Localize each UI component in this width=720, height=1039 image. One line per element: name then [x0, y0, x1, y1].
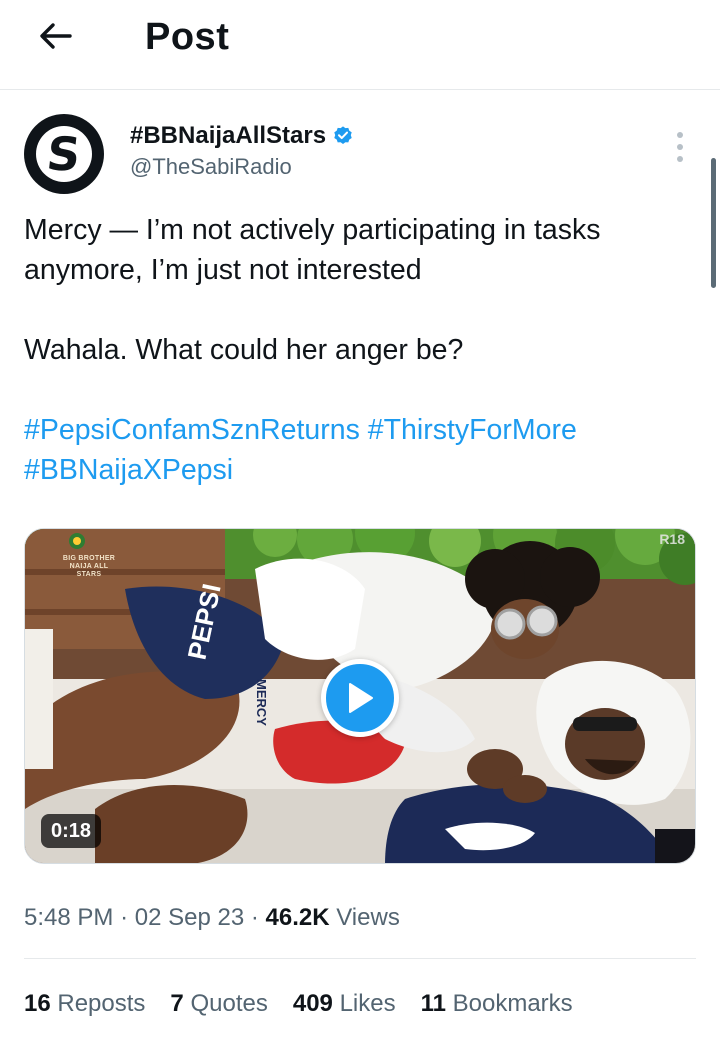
play-button[interactable]	[321, 659, 399, 737]
quotes-label: Quotes	[190, 990, 268, 1017]
scrollbar-thumb[interactable]	[711, 158, 716, 288]
tweet-timestamp-row: 5:48 PM · 02 Sep 23 · 46.2K Views	[24, 900, 400, 936]
views-label: Views	[336, 904, 400, 931]
reposts-label: Reposts	[57, 990, 146, 1017]
hashtag-line: #PepsiConfamSznReturns #ThirstyForMore	[24, 410, 704, 450]
bookmarks-count: 11	[420, 990, 446, 1017]
avatar[interactable]: S	[24, 114, 104, 194]
rating-badge: R18	[659, 531, 685, 547]
quotes-link[interactable]: 7 Quotes	[170, 986, 267, 1022]
more-vertical-icon-dot	[677, 132, 683, 138]
play-icon	[349, 683, 373, 713]
more-vertical-icon-dot	[677, 144, 683, 150]
svg-text:MERCY: MERCY	[254, 679, 269, 726]
author-names: #BBNaijaAllStars @TheSabiRadio	[130, 120, 354, 182]
bookmarks-link[interactable]: 11 Bookmarks	[421, 986, 573, 1022]
author-handle[interactable]: @TheSabiRadio	[130, 152, 354, 182]
more-options-button[interactable]	[668, 132, 692, 162]
arrow-left-icon	[40, 23, 72, 49]
video-player[interactable]: BIG BROTHER NAIJA ALL STARS R18 PEPSI ME…	[24, 528, 696, 864]
quotes-count: 7	[170, 990, 184, 1017]
avatar-ring: S	[36, 126, 92, 182]
tweet-line: Wahala. What could her anger be?	[24, 334, 464, 366]
back-button[interactable]	[30, 14, 82, 58]
page-title: Post	[145, 16, 230, 58]
reposts-count: 16	[24, 990, 51, 1017]
tweet-body: Mercy — I’m not actively participating i…	[24, 210, 704, 490]
channel-bug: BIG BROTHER NAIJA ALL STARS	[62, 555, 116, 578]
likes-link[interactable]: 409 Likes	[293, 986, 396, 1022]
reposts-link[interactable]: 16 Reposts	[24, 986, 145, 1022]
hashtag-link[interactable]: #PepsiConfamSznReturns	[24, 414, 360, 446]
divider	[24, 958, 696, 959]
name-tag: MERCY	[254, 679, 269, 726]
hashtag-link[interactable]: #ThirstyForMore	[368, 414, 577, 446]
views-count: 46.2K	[265, 904, 330, 931]
tweet-time[interactable]: 5:48 PM	[24, 904, 113, 931]
hashtag-link[interactable]: #BBNaijaXPepsi	[24, 454, 233, 486]
likes-count: 409	[292, 990, 333, 1017]
bookmarks-label: Bookmarks	[452, 990, 573, 1017]
video-duration: 0:18	[41, 814, 102, 848]
tweet-line: Mercy — I’m not actively participating i…	[24, 214, 601, 286]
display-name[interactable]: #BBNaijaAllStars	[130, 120, 326, 152]
avatar-letter: S	[44, 127, 84, 181]
svg-text:PEPSI: PEPSI	[182, 581, 227, 662]
shorts-text: PEPSI	[182, 581, 227, 662]
verified-badge-icon	[334, 126, 352, 144]
top-bar: Post	[0, 0, 720, 90]
hashtag-line: #BBNaijaXPepsi	[24, 450, 704, 490]
separator: ·	[120, 904, 129, 931]
separator: ·	[250, 904, 259, 931]
likes-label: Likes	[339, 990, 396, 1017]
tweet-date[interactable]: 02 Sep 23	[135, 904, 244, 931]
tweet-author: S #BBNaijaAllStars @TheSabiRadio	[24, 112, 704, 196]
display-name-row: #BBNaijaAllStars	[130, 120, 354, 152]
more-vertical-icon-dot	[677, 156, 683, 162]
engagement-stats: 16 Reposts 7 Quotes 409 Likes 11 Bookmar…	[24, 986, 573, 1022]
